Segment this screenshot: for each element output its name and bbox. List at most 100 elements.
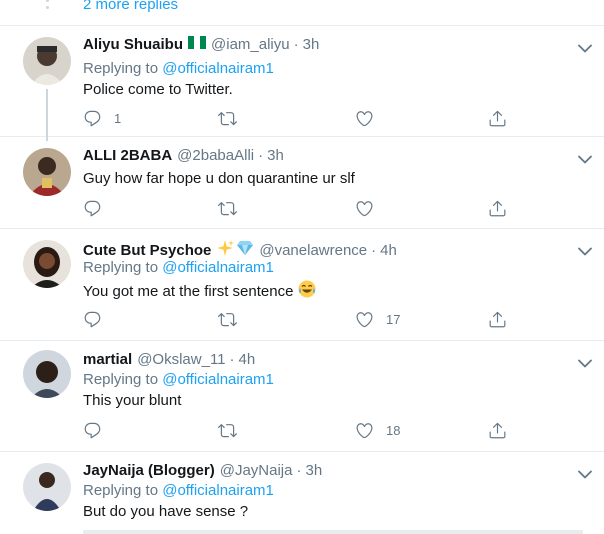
avatar[interactable] — [23, 37, 71, 85]
heart-icon — [355, 310, 374, 329]
timestamp[interactable]: 3h — [303, 36, 320, 53]
replying-to-link[interactable]: @officialnairam1 — [162, 371, 274, 388]
share-icon — [488, 109, 507, 128]
like-count: 17 — [386, 311, 401, 327]
replying-to-link[interactable]: @officialnairam1 — [162, 60, 274, 77]
tweet-header: Cute But Psychoe @vanelawrence · 4h — [83, 239, 397, 261]
avatar[interactable] — [23, 463, 71, 511]
timestamp[interactable]: 4h — [239, 351, 256, 368]
tweet-header: martial @Okslaw_11 · 4h — [83, 351, 255, 368]
chevron-down-icon[interactable] — [578, 466, 592, 475]
share-icon — [488, 199, 507, 218]
heart-icon — [355, 199, 374, 218]
replying-label: Replying to — [83, 60, 159, 77]
tweet-text-row: You got me at the first sentence — [83, 280, 316, 302]
chevron-down-icon[interactable] — [578, 355, 592, 364]
like-count: 18 — [386, 422, 401, 438]
replying-to-link[interactable]: @officialnairam1 — [162, 259, 274, 276]
gem-icon — [236, 240, 254, 260]
retweet-icon — [218, 310, 237, 329]
replying-label: Replying to — [83, 371, 159, 388]
replying-to: Replying to @officialnairam1 — [83, 259, 274, 276]
reply-button[interactable] — [83, 420, 102, 440]
share-button[interactable] — [488, 198, 507, 218]
timestamp[interactable]: 3h — [267, 147, 284, 164]
avatar[interactable] — [23, 350, 71, 398]
chevron-down-icon[interactable] — [578, 151, 592, 160]
tweet-actions: 1 — [83, 108, 523, 128]
reply-button[interactable] — [83, 198, 102, 218]
replying-to-link[interactable]: @officialnairam1 — [162, 482, 274, 499]
tweet-text: Police come to Twitter. — [83, 81, 233, 98]
tweet-actions: 17 — [83, 309, 523, 329]
heart-icon — [355, 421, 374, 440]
sparkles-icon — [216, 239, 235, 261]
tweet[interactable]: martial @Okslaw_11 · 4h Replying to @off… — [0, 342, 604, 452]
display-name[interactable]: martial — [83, 351, 132, 368]
tweet[interactable]: Cute But Psychoe @vanelawrence · 4h Repl… — [0, 230, 604, 341]
retweet-icon — [218, 199, 237, 218]
reply-icon — [83, 421, 102, 440]
retweet-button[interactable] — [218, 309, 237, 329]
reply-icon — [83, 199, 102, 218]
replying-to: Replying to @officialnairam1 — [83, 482, 274, 499]
replying-label: Replying to — [83, 259, 159, 276]
separator-dot: · — [371, 241, 377, 259]
tweet[interactable]: Aliyu Shuaibu @iam_aliyu · 3h Replying t… — [0, 27, 604, 141]
tweet-header: JayNaija (Blogger) @JayNaija · 3h — [83, 462, 322, 479]
display-name[interactable]: ALLI 2BABA — [83, 147, 172, 164]
replying-to: Replying to @officialnairam1 — [83, 371, 274, 388]
timestamp[interactable]: 4h — [380, 242, 397, 259]
retweet-icon — [218, 421, 237, 440]
thread-dots-icon — [46, 0, 49, 16]
share-icon — [488, 421, 507, 440]
tweet[interactable]: JayNaija (Blogger) @JayNaija · 3h Replyi… — [0, 453, 604, 534]
tweet-actions — [83, 198, 523, 218]
tweet-text: But do you have sense ? — [83, 503, 249, 520]
display-name[interactable]: JayNaija (Blogger) — [83, 462, 215, 479]
user-handle[interactable]: @iam_aliyu — [211, 36, 290, 53]
tweet-text: Guy how far hope u don quarantine ur slf — [83, 170, 355, 187]
user-handle[interactable]: @Okslaw_11 — [137, 351, 225, 368]
chevron-down-icon[interactable] — [578, 40, 592, 49]
retweet-button[interactable] — [218, 108, 237, 128]
user-handle[interactable]: @vanelawrence — [259, 242, 367, 259]
like-button[interactable]: 17 — [355, 309, 400, 329]
tweet-header: ALLI 2BABA @2babaAlli · 3h — [83, 147, 284, 164]
more-replies-link[interactable]: 2 more replies — [83, 0, 178, 13]
share-button[interactable] — [488, 309, 507, 329]
display-name[interactable]: Cute But Psychoe — [83, 242, 211, 259]
tweet-header: Aliyu Shuaibu @iam_aliyu · 3h — [83, 36, 319, 53]
retweet-icon — [218, 109, 237, 128]
retweet-button[interactable] — [218, 198, 237, 218]
like-button[interactable]: 18 — [355, 420, 400, 440]
reply-button[interactable]: 1 — [83, 108, 121, 128]
display-name[interactable]: Aliyu Shuaibu — [83, 36, 183, 53]
replying-label: Replying to — [83, 482, 159, 499]
like-button[interactable] — [355, 108, 374, 128]
thread-connector — [46, 89, 48, 141]
tweet-text: This your blunt — [83, 392, 182, 409]
share-button[interactable] — [488, 420, 507, 440]
replying-to: Replying to @officialnairam1 — [83, 60, 274, 77]
avatar[interactable] — [23, 148, 71, 196]
tweet[interactable]: ALLI 2BABA @2babaAlli · 3h Guy how far h… — [0, 138, 604, 229]
reply-icon — [83, 109, 102, 128]
joy-emoji-icon — [298, 280, 316, 302]
user-handle[interactable]: @JayNaija — [220, 462, 293, 479]
heart-icon — [355, 109, 374, 128]
separator-dot: · — [229, 351, 235, 368]
reply-icon — [83, 310, 102, 329]
tweet-text: You got me at the first sentence — [83, 282, 294, 300]
reply-button[interactable] — [83, 309, 102, 329]
reply-count: 1 — [114, 110, 122, 126]
chevron-down-icon[interactable] — [578, 243, 592, 252]
embedded-content-edge — [83, 530, 583, 534]
timestamp[interactable]: 3h — [305, 462, 322, 479]
share-button[interactable] — [488, 108, 507, 128]
retweet-button[interactable] — [218, 420, 237, 440]
user-handle[interactable]: @2babaAlli — [177, 147, 254, 164]
share-icon — [488, 310, 507, 329]
like-button[interactable] — [355, 198, 374, 218]
avatar[interactable] — [23, 240, 71, 288]
